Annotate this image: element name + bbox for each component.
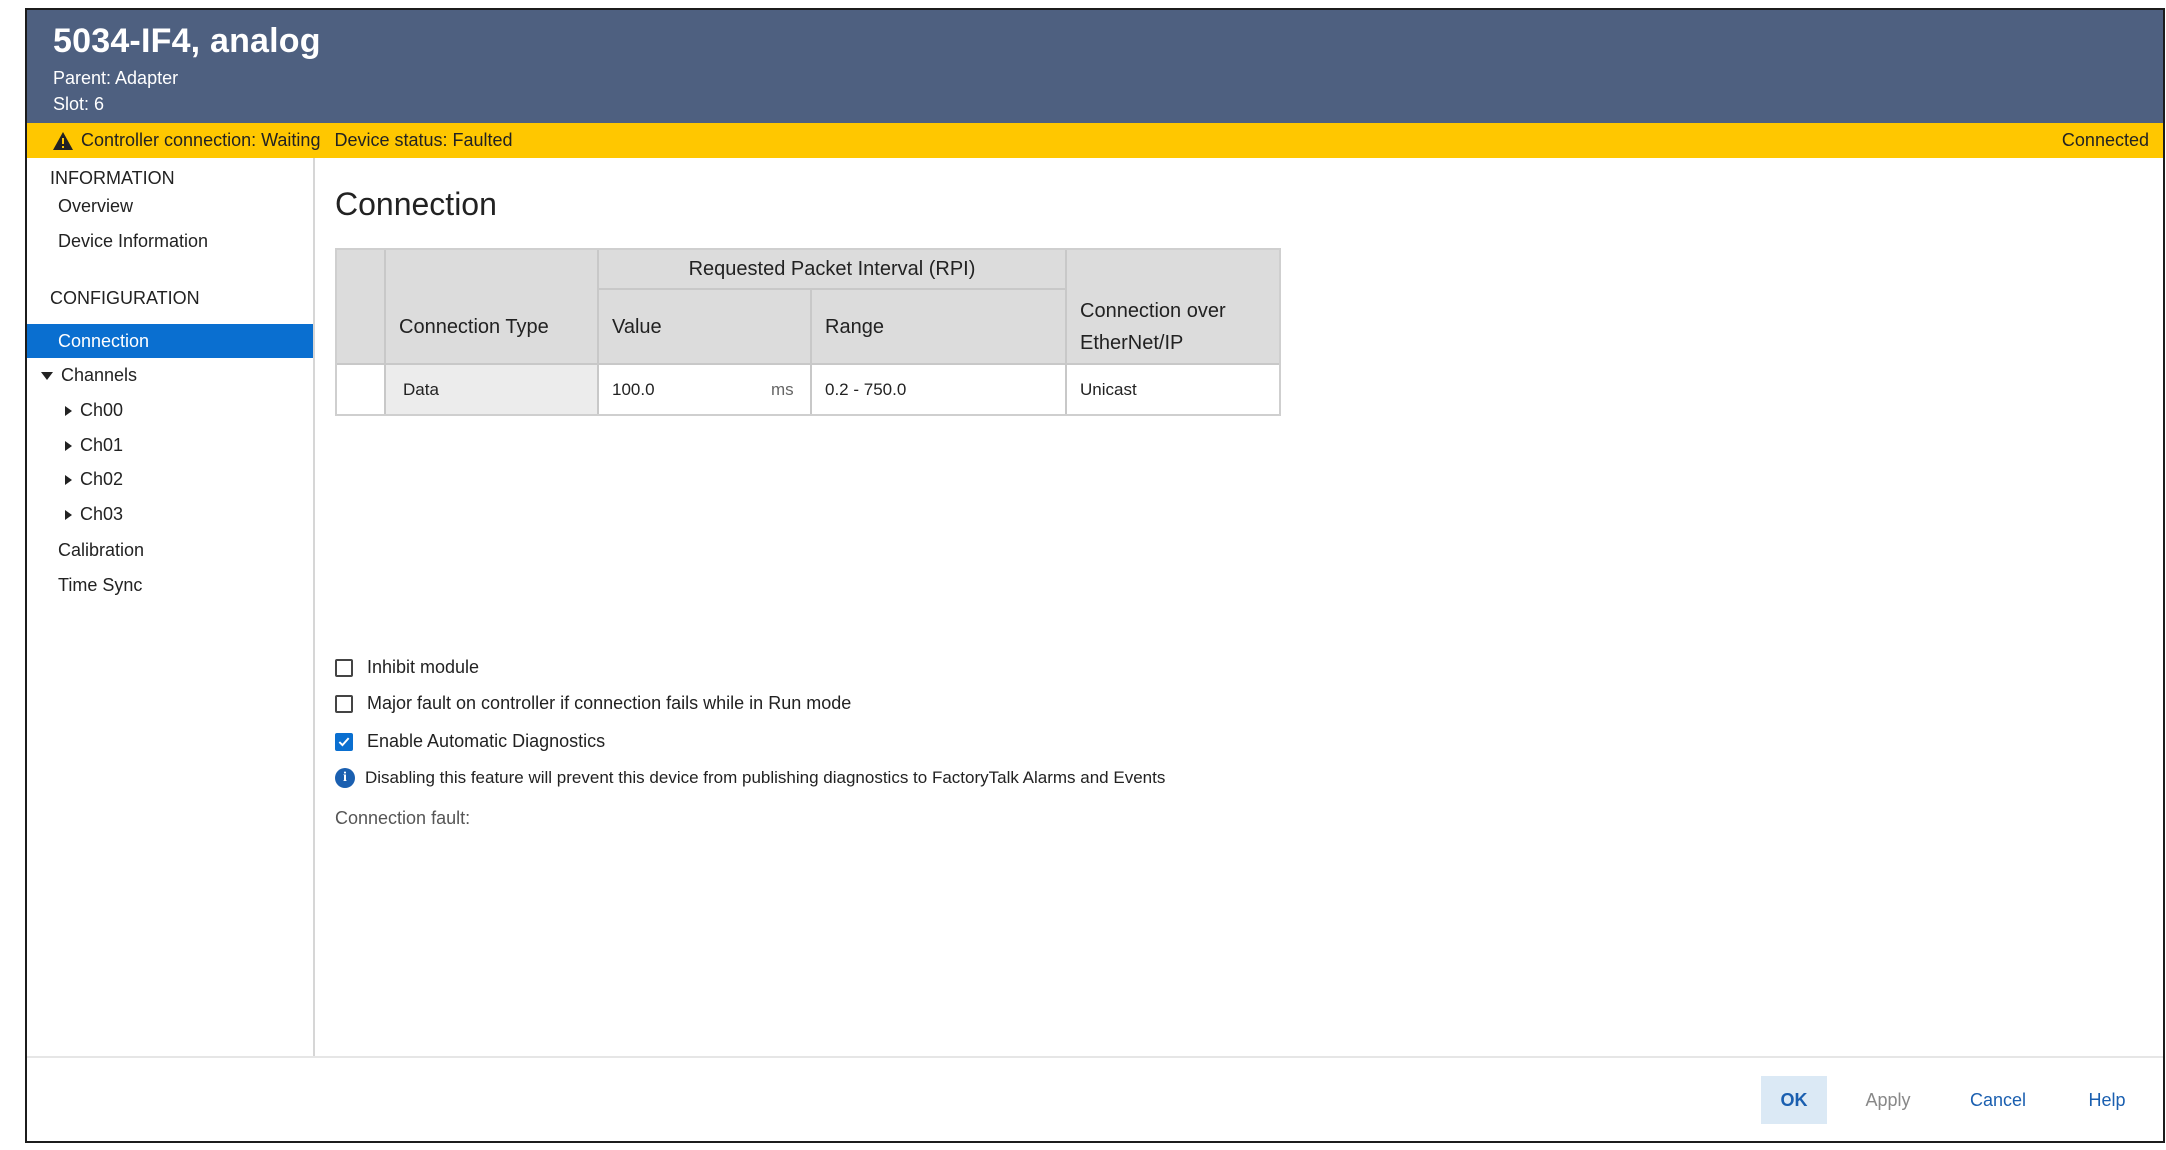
module-slot: Slot: 6 [53,94,105,114]
sidebar-heading-configuration: CONFIGURATION [50,288,200,308]
column-header-ethernet-ip: EtherNet/IP [1080,332,1184,354]
sidebar-item-label: Ch00 [80,400,124,420]
sidebar-item-label: Ch01 [80,435,124,455]
sidebar-item-ch03[interactable]: Ch03 [27,497,313,531]
rpi-value-input[interactable]: 100.0 [612,380,655,400]
inhibit-module-label: Inhibit module [367,657,480,677]
sidebar: INFORMATION Overview Device Information … [27,158,315,1058]
sidebar-item-ch00[interactable]: Ch00 [27,393,313,427]
cancel-button[interactable]: Cancel [1959,1076,2037,1124]
connection-over-value[interactable]: Unicast [1080,380,1137,400]
table-divider [1065,250,1067,414]
column-header-value: Value [612,316,662,338]
table-divider [810,288,812,414]
apply-button[interactable]: Apply [1853,1076,1923,1124]
chevron-right-icon[interactable] [65,510,72,521]
module-title: 5034-IF4, analog [53,22,321,60]
chevron-right-icon[interactable] [65,406,72,417]
info-icon: i [335,768,355,788]
module-parent: Parent: Adapter [53,68,179,88]
column-header-connection-type: Connection Type [399,316,549,338]
rpi-group-header: Requested Packet Interval (RPI) [688,258,976,280]
sidebar-item-channels[interactable]: Channels [27,358,313,392]
connection-state: Connected [2061,130,2149,150]
connection-table: Requested Packet Interval (RPI) Connecti… [335,248,1281,416]
rpi-unit: ms [771,380,794,399]
auto-diagnostics-checkbox[interactable] [335,732,353,751]
main-panel: Connection Requested Packet Interval (RP… [315,158,2163,1058]
chevron-down-icon[interactable] [41,372,53,381]
sidebar-heading-information: INFORMATION [50,168,175,188]
rpi-range: 0.2 - 750.0 [825,380,907,399]
module-properties-window: 5034-IF4, analog Parent: Adapter Slot: 6… [25,8,2165,1143]
sidebar-item-label: Channels [61,365,138,385]
inhibit-module-checkbox[interactable] [335,658,353,677]
chevron-right-icon[interactable] [65,441,72,452]
row-connection-type: Data [403,380,439,399]
column-header-range: Range [825,316,884,338]
checkmark-icon [338,736,350,747]
diagnostics-info-text: Disabling this feature will prevent this… [365,768,1166,787]
sidebar-item-ch01[interactable]: Ch01 [27,428,313,462]
auto-diagnostics-option[interactable]: Enable Automatic Diagnostics [335,731,605,752]
column-header-connection-over: Connection over [1080,300,1226,322]
major-fault-option[interactable]: Major fault on controller if connection … [335,693,851,714]
inhibit-module-option[interactable]: Inhibit module [335,657,479,678]
page-title: Connection [335,186,497,222]
auto-diagnostics-label: Enable Automatic Diagnostics [367,731,606,751]
help-button[interactable]: Help [2075,1076,2139,1124]
controller-connection-status: Controller connection: Waiting [81,130,321,150]
major-fault-checkbox[interactable] [335,694,353,713]
sidebar-item-ch02[interactable]: Ch02 [27,462,313,496]
header-banner: 5034-IF4, analog Parent: Adapter Slot: 6 [27,10,2163,123]
dialog-footer: OK Apply Cancel Help [27,1056,2163,1141]
diagnostics-info: i Disabling this feature will prevent th… [335,768,1165,788]
sidebar-item-calibration[interactable]: Calibration [27,533,313,567]
sidebar-item-overview[interactable]: Overview [27,189,313,223]
sidebar-item-device-information[interactable]: Device Information [27,224,313,258]
table-divider [599,288,1065,290]
device-status: Device status: Faulted [334,130,513,150]
sidebar-item-label: Ch02 [80,469,124,489]
row-selector[interactable] [339,365,384,414]
major-fault-label: Major fault on controller if connection … [367,693,852,713]
sidebar-item-connection[interactable]: Connection [27,324,313,358]
connection-fault-label: Connection fault: [335,808,471,828]
chevron-right-icon[interactable] [65,475,72,486]
ok-button[interactable]: OK [1761,1076,1827,1124]
sidebar-item-time-sync[interactable]: Time Sync [27,568,313,602]
status-bar: Controller connection: Waiting Device st… [27,123,2163,158]
sidebar-item-label: Ch03 [80,504,124,524]
warning-icon [53,131,73,150]
